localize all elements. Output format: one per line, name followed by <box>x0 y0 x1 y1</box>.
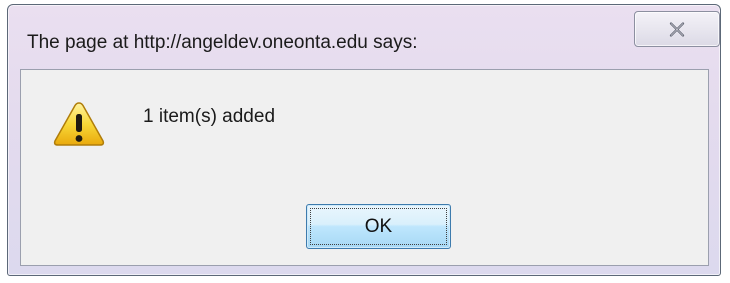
warning-icon <box>53 102 105 146</box>
dialog-title-bar[interactable]: The page at http://angeldev.oneonta.edu … <box>8 5 720 67</box>
close-icon <box>669 22 685 37</box>
ok-button-label: OK <box>364 216 393 237</box>
dialog-title: The page at http://angeldev.oneonta.edu … <box>27 32 418 53</box>
alert-dialog: The page at http://angeldev.oneonta.edu … <box>7 4 721 276</box>
dialog-message: 1 item(s) added <box>143 106 276 127</box>
close-button[interactable] <box>634 11 720 47</box>
ok-button[interactable]: OK <box>306 204 451 249</box>
dialog-content: 1 item(s) added OK <box>20 69 709 266</box>
